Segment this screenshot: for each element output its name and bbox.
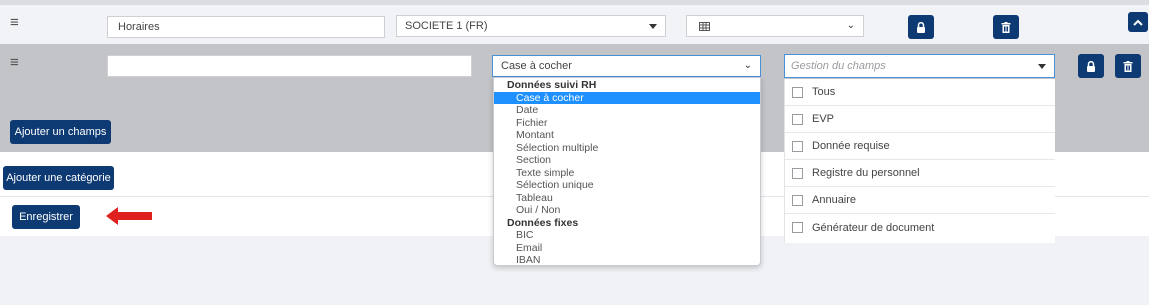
chevron-up-icon [1133, 19, 1143, 26]
chevron-down-icon: ⌄ [846, 20, 855, 31]
gestion-option[interactable]: Annuaire [785, 187, 1055, 214]
gestion-option[interactable]: Générateur de document [785, 214, 1055, 241]
field-drag-handle-icon[interactable]: ≡ [10, 55, 19, 70]
save-button[interactable]: Enregistrer [12, 205, 80, 229]
dropdown-option[interactable]: Date [494, 104, 760, 117]
company-select[interactable]: SOCIETE 1 (FR) [396, 15, 666, 37]
gestion-option[interactable]: EVP [785, 106, 1055, 133]
field-type-select[interactable]: Case à cocher ⌄ [492, 55, 761, 77]
checkbox[interactable] [792, 140, 803, 152]
field-type-value: Case à cocher [501, 60, 572, 72]
gestion-option-label: Donnée requise [812, 140, 890, 152]
gestion-champs-input[interactable]: Gestion du champs [784, 54, 1055, 78]
dropdown-option[interactable]: Section [494, 154, 760, 167]
dropdown-option[interactable]: Fichier [494, 117, 760, 130]
trash-icon [1001, 21, 1011, 33]
checkbox[interactable] [792, 86, 803, 98]
dropdown-option[interactable]: Sélection unique [494, 179, 760, 192]
gestion-option[interactable]: Donnée requise [785, 133, 1055, 160]
caret-down-icon [1038, 64, 1046, 69]
gestion-option-label: EVP [812, 113, 835, 125]
dropdown-option[interactable]: Sélection multiple [494, 142, 760, 155]
field-name-input[interactable] [107, 55, 472, 77]
checkbox[interactable] [792, 113, 803, 125]
lock-icon [917, 21, 925, 33]
dropdown-option[interactable]: Case à cocher [494, 91, 760, 104]
checkbox[interactable] [792, 222, 803, 233]
delete-category-button[interactable] [993, 15, 1019, 39]
add-field-button[interactable]: Ajouter un champs [10, 120, 111, 144]
gestion-option-label: Tous [812, 86, 836, 98]
gestion-option[interactable]: Registre du personnel [785, 160, 1055, 187]
collapse-button[interactable] [1128, 12, 1148, 32]
gestion-champs-list: Tous EVP Donnée requise Registre du pers… [784, 79, 1055, 243]
dropdown-option[interactable]: Tableau [494, 192, 760, 205]
dropdown-group-label: Données suivi RH [507, 79, 597, 91]
lock-icon [1087, 60, 1095, 72]
add-category-button[interactable]: Ajouter une catégorie [3, 166, 114, 190]
category-name-input[interactable]: Horaires [107, 16, 385, 38]
dropdown-option[interactable]: Texte simple [494, 167, 760, 180]
field-lock-button[interactable] [1078, 54, 1104, 78]
dropdown-option[interactable]: Oui / Non [494, 204, 760, 217]
chevron-down-icon: ⌄ [743, 60, 752, 71]
field-type-dropdown: Données suivi RH Case à cocher Date Fich… [493, 77, 761, 266]
dropdown-option[interactable]: Montant [494, 129, 760, 142]
dropdown-option[interactable]: BIC [494, 229, 760, 242]
gestion-option-label: Registre du personnel [812, 167, 920, 179]
company-select-value: SOCIETE 1 (FR) [405, 20, 488, 32]
delete-field-button[interactable] [1115, 54, 1141, 78]
checkbox[interactable] [792, 194, 803, 206]
grid-icon [699, 22, 710, 31]
gestion-champs-placeholder: Gestion du champs [791, 60, 886, 72]
dropdown-group-label: Données fixes [507, 216, 579, 229]
drag-handle-icon[interactable]: ≡ [10, 15, 19, 30]
lock-button[interactable] [908, 15, 934, 39]
gestion-option-label: Générateur de document [812, 221, 935, 234]
caret-down-icon [649, 24, 657, 29]
red-arrow-icon [106, 207, 152, 225]
dropdown-option[interactable]: IBAN [494, 254, 760, 267]
type-icon-select[interactable]: ⌄ [686, 15, 864, 37]
gestion-option[interactable]: Tous [785, 79, 1055, 106]
gestion-option-label: Annuaire [812, 194, 857, 206]
dropdown-option[interactable]: Email [494, 242, 760, 255]
trash-icon [1123, 60, 1133, 72]
checkbox[interactable] [792, 167, 803, 179]
